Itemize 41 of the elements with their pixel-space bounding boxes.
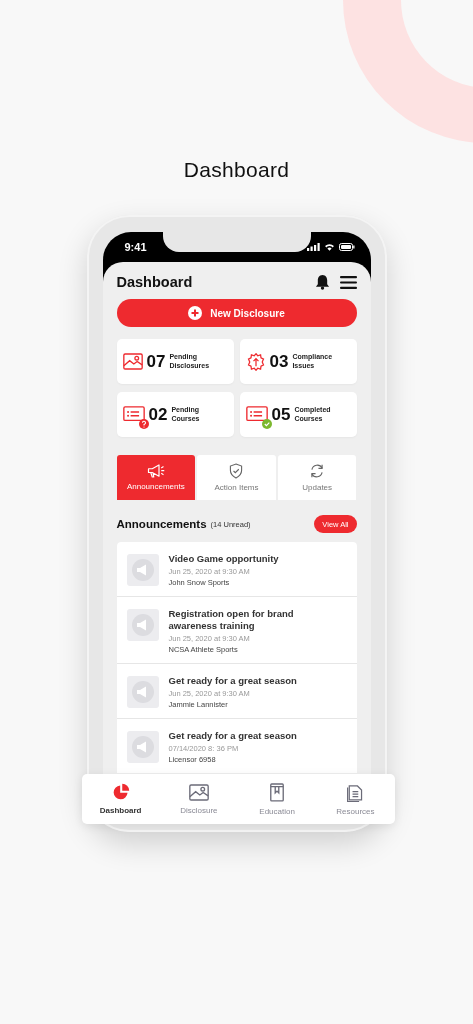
megaphone-icon — [146, 464, 165, 478]
megaphone-thumbnail-icon — [126, 554, 159, 586]
nav-item[interactable]: Disclosure — [159, 774, 238, 824]
status-time: 9:41 — [124, 241, 147, 253]
wifi-icon — [323, 243, 335, 251]
nav-item[interactable]: Resources — [316, 774, 395, 824]
megaphone-thumbnail-icon — [126, 676, 159, 708]
plus-circle-icon — [188, 306, 203, 320]
stat-count: 03 — [269, 351, 289, 372]
nav-item[interactable]: Dashboard — [81, 774, 160, 824]
bell-icon — [314, 274, 330, 290]
image-icon — [188, 783, 209, 801]
stat-count: 02 — [148, 404, 168, 425]
documents-icon — [346, 782, 365, 802]
screen-title: Dashboard — [116, 274, 194, 290]
megaphone-thumbnail-icon — [126, 731, 159, 763]
signal-icon — [306, 243, 320, 251]
section-title: Announcements — [116, 518, 207, 530]
pie-chart-icon — [111, 783, 130, 801]
list-icon — [245, 406, 268, 423]
megaphone-thumbnail-icon — [126, 609, 159, 641]
announcement-title: Registration open for brand awareness training — [168, 608, 295, 632]
menu-icon — [339, 275, 357, 289]
gear-icon — [245, 351, 266, 372]
stat-count: 05 — [271, 404, 291, 425]
book-icon — [269, 782, 286, 802]
announcement-title: Video Game opportunity — [168, 553, 280, 565]
shield-icon — [229, 463, 244, 479]
nav-item[interactable]: Education — [238, 774, 317, 824]
tab[interactable]: Action Items — [197, 455, 276, 500]
page-title: Dashboard — [183, 158, 290, 182]
tab[interactable]: Announcements — [116, 455, 196, 500]
refresh-icon — [309, 463, 326, 479]
list-icon — [122, 406, 145, 423]
announcement-title: Get ready for a great season — [168, 730, 298, 742]
image-icon — [122, 353, 143, 370]
new-disclosure-button[interactable]: New Disclosure — [116, 299, 357, 327]
tab[interactable]: Updates — [277, 455, 357, 500]
battery-icon — [338, 243, 355, 251]
stat-count: 07 — [146, 351, 166, 372]
announcement-title: Get ready for a great season — [168, 675, 298, 687]
